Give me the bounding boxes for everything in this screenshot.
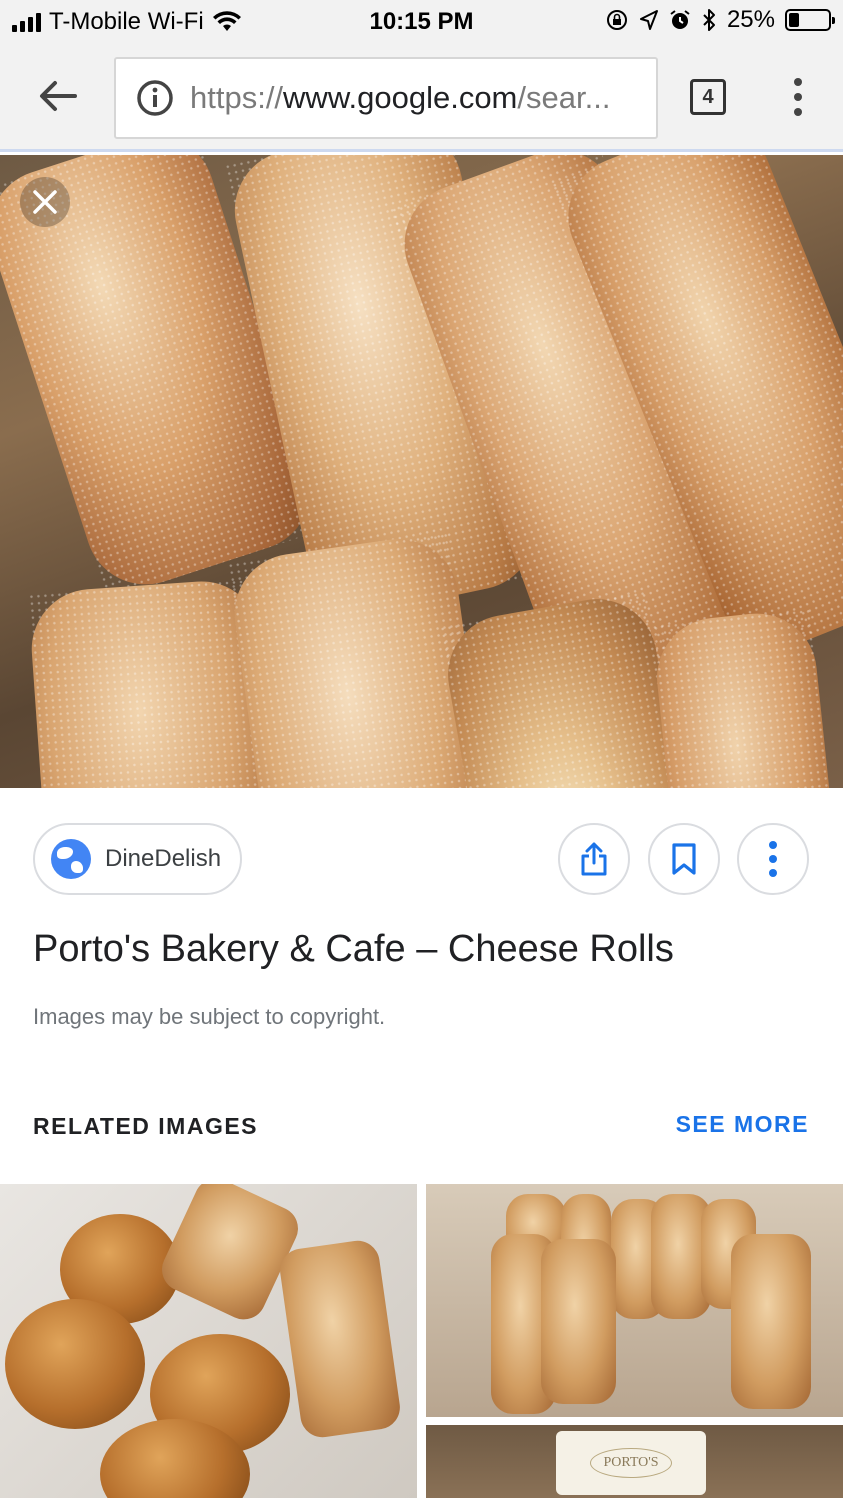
more-vert-icon	[794, 78, 802, 86]
back-arrow-icon	[40, 81, 77, 111]
related-image-thumbnail[interactable]: PORTO'S	[426, 1425, 843, 1498]
wifi-icon	[212, 11, 241, 31]
close-button[interactable]	[20, 177, 70, 227]
image-title[interactable]: Porto's Bakery & Cafe – Cheese Rolls	[33, 928, 674, 971]
save-button[interactable]	[648, 823, 720, 895]
tab-switcher-button[interactable]: 4	[690, 79, 726, 115]
share-icon	[581, 842, 607, 876]
url-host: www.google.com	[283, 80, 518, 115]
battery-percent: 25%	[726, 6, 775, 33]
back-button[interactable]	[28, 66, 88, 126]
alarm-icon	[670, 10, 690, 29]
source-name: DineDelish	[105, 845, 222, 872]
bluetooth-icon	[703, 9, 715, 31]
globe-icon	[51, 839, 91, 879]
related-images-heading: RELATED IMAGES	[33, 1113, 259, 1139]
url-text[interactable]: https://www.google.com/sear...	[190, 80, 610, 116]
bookmark-icon	[672, 843, 696, 875]
url-path: /sear...	[517, 80, 611, 115]
more-options-button[interactable]	[737, 823, 809, 895]
status-right: 25%	[605, 6, 835, 34]
carrier-label: T-Mobile Wi-Fi	[49, 8, 204, 35]
info-icon[interactable]	[136, 79, 174, 117]
porto-logo: PORTO'S	[556, 1431, 706, 1495]
share-button[interactable]	[558, 823, 630, 895]
url-bar[interactable]: https://www.google.com/sear...	[114, 57, 658, 139]
source-chip[interactable]: DineDelish	[33, 823, 242, 895]
battery-icon	[785, 9, 835, 31]
preview-image[interactable]	[0, 155, 843, 788]
close-icon	[33, 190, 57, 214]
see-more-link[interactable]: SEE MORE	[676, 1111, 809, 1138]
signal-icon	[12, 12, 41, 32]
related-image-thumbnail[interactable]	[426, 1184, 843, 1417]
related-image-thumbnail[interactable]	[0, 1184, 417, 1498]
browser-menu-button[interactable]	[782, 72, 814, 122]
copyright-notice: Images may be subject to copyright.	[33, 1004, 386, 1029]
status-left: T-Mobile Wi-Fi	[12, 8, 242, 36]
status-bar: T-Mobile Wi-Fi 10:15 PM 25%	[0, 0, 843, 42]
location-icon	[639, 10, 658, 30]
rotation-lock-icon	[606, 10, 627, 30]
battery-fill	[789, 13, 799, 27]
browser-toolbar: https://www.google.com/sear... 4	[0, 42, 843, 152]
more-vert-icon	[769, 841, 777, 877]
url-scheme: https://	[190, 80, 284, 115]
logo-text: PORTO'S	[590, 1448, 672, 1478]
